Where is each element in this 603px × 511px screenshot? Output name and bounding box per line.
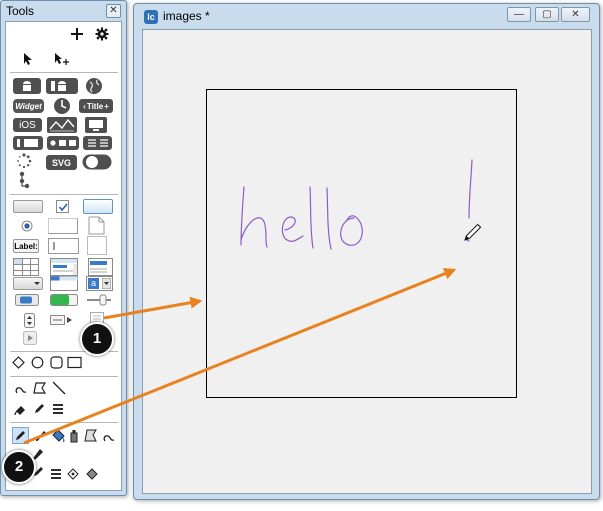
line-tool-icon[interactable] <box>52 381 66 395</box>
tools-window-title: Tools <box>6 4 35 18</box>
image-object[interactable] <box>206 89 517 398</box>
tools-panel: Widget ‹ Title + iOS SVG Label: a <box>5 21 122 491</box>
svg-widget-icon[interactable]: SVG <box>46 155 77 170</box>
tools-separator <box>10 72 118 73</box>
title-button-label: Title <box>86 101 104 111</box>
android-field-icon[interactable] <box>46 78 78 94</box>
livecode-logo-icon: lc <box>144 10 158 24</box>
label-field-text: Label: <box>14 241 38 251</box>
pattern-icon[interactable] <box>86 468 98 480</box>
select-move-tool-icon[interactable] <box>53 52 71 66</box>
globe-icon[interactable] <box>85 77 103 95</box>
tools-separator <box>10 376 118 377</box>
maximize-button[interactable]: ▢ <box>535 7 559 22</box>
spray-pattern-icon[interactable] <box>67 468 79 480</box>
pencil-cursor-icon <box>464 223 482 241</box>
chart-widget-icon[interactable] <box>47 117 77 133</box>
switch-toggle-icon[interactable] <box>82 154 112 170</box>
label-field-tool[interactable]: Label: <box>13 239 39 253</box>
ios-label: iOS <box>19 119 36 131</box>
table-field-tool[interactable] <box>13 258 39 276</box>
card-area[interactable] <box>142 29 592 494</box>
images-window-title: images * <box>163 9 210 23</box>
diamond-shape-icon[interactable] <box>12 356 25 369</box>
pointer-tool-icon[interactable] <box>22 52 34 66</box>
plus-icon[interactable] <box>70 27 84 41</box>
minimize-button[interactable]: — <box>507 7 531 22</box>
gear-icon[interactable] <box>95 27 109 41</box>
list-widget-icon[interactable] <box>83 136 112 150</box>
rectangle-shape-icon[interactable] <box>67 356 82 369</box>
tools-separator <box>10 194 118 195</box>
close-button[interactable]: ✕ <box>561 7 590 22</box>
hello-drawing <box>240 159 482 250</box>
images-card-window: lc images * — ▢ ✕ <box>133 3 600 500</box>
tools-palette-window: Tools ✕ Widget ‹ Title + iOS SVG Label: … <box>0 0 127 496</box>
tools-close-button[interactable]: ✕ <box>106 4 121 18</box>
svg-label: SVG <box>51 157 71 168</box>
clock-icon[interactable] <box>53 97 71 115</box>
list-field-tool[interactable] <box>88 258 113 276</box>
checkbox-tool[interactable] <box>56 200 69 213</box>
callout-2: 2 <box>2 450 36 484</box>
scrollbar-tool[interactable] <box>15 294 39 306</box>
bucket-tool-icon[interactable] <box>50 428 66 444</box>
android-icon[interactable] <box>13 78 41 94</box>
image-area-tool[interactable] <box>88 216 105 235</box>
polygon-tool-icon[interactable] <box>32 381 47 395</box>
play-button-tool[interactable] <box>23 331 37 345</box>
fill-tool-icon[interactable] <box>14 402 28 416</box>
segmented-control-icon[interactable] <box>47 136 79 150</box>
line-size-icon[interactable] <box>51 403 65 415</box>
tab-panel-tool[interactable] <box>50 276 78 291</box>
pencil-icon <box>15 431 25 441</box>
spinner-icon[interactable] <box>16 153 32 169</box>
stepper-tool[interactable] <box>24 313 35 328</box>
callout-1: 1 <box>80 322 114 356</box>
default-button-tool[interactable] <box>83 199 113 214</box>
brush-tool-icon[interactable] <box>33 429 47 443</box>
tree-view-icon[interactable] <box>18 171 30 189</box>
widget-label: Widget <box>15 101 42 111</box>
brush-size-icon[interactable] <box>50 468 62 480</box>
slider-tool[interactable] <box>86 294 112 306</box>
ios-icon[interactable]: iOS <box>13 118 42 132</box>
images-titlebar[interactable]: lc images * — ▢ ✕ <box>134 4 599 28</box>
text-field-tool[interactable] <box>48 238 79 254</box>
data-grid-tool[interactable] <box>50 258 78 276</box>
push-button-tool[interactable] <box>13 200 43 213</box>
tools-titlebar[interactable]: Tools ✕ <box>1 1 126 21</box>
pencil-tool-selected[interactable] <box>12 427 29 444</box>
combo-box-prefix: a <box>88 278 99 289</box>
pen-tool-icon[interactable] <box>32 402 46 416</box>
tools-separator <box>10 422 118 423</box>
combo-box-tool[interactable]: a <box>86 276 113 291</box>
browser-widget-icon[interactable] <box>85 117 107 133</box>
progress-bar-tool[interactable] <box>50 294 78 306</box>
rectangle-button-tool[interactable] <box>48 218 78 234</box>
title-bar-icon[interactable]: ‹ Title + <box>79 99 113 113</box>
player-tool[interactable] <box>50 313 74 327</box>
option-menu-tool[interactable] <box>13 277 43 290</box>
curve-paint-tool-icon[interactable] <box>102 429 116 443</box>
scrolling-field-tool[interactable] <box>87 236 107 255</box>
spray-can-tool-icon[interactable] <box>68 428 80 443</box>
field-widget-icon[interactable] <box>13 136 43 150</box>
widget-button-icon[interactable]: Widget <box>13 99 44 113</box>
radio-button-tool[interactable] <box>21 220 33 232</box>
circle-shape-icon[interactable] <box>31 356 44 369</box>
curve-tool-icon[interactable] <box>14 381 28 395</box>
rounded-rectangle-shape-icon[interactable] <box>50 356 63 369</box>
freeform-polygon-tool-icon[interactable] <box>83 428 98 443</box>
